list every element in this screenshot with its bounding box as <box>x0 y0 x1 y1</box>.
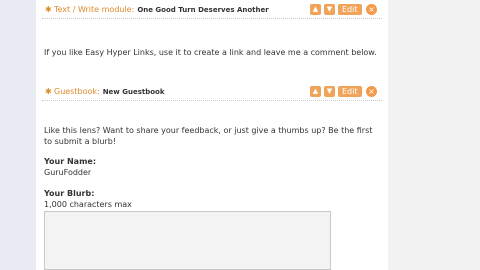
arrow-down-icon[interactable]: ▼ <box>324 86 335 97</box>
right-sidebar-background <box>388 0 480 270</box>
module-type-label: Guestbook: New Guestbook <box>54 87 165 96</box>
arrow-up-icon[interactable]: ▲ <box>310 86 321 97</box>
delete-icon[interactable]: × <box>366 4 377 15</box>
lens-content: ✱ Text / Write module: One Good Turn Dese… <box>36 0 388 270</box>
blurb-hint: 1,000 characters max <box>44 200 132 209</box>
module-type-text: Text / Write module: <box>54 5 135 14</box>
edit-button[interactable]: Edit <box>338 86 362 97</box>
blurb-label: Your Blurb: <box>44 189 95 198</box>
module-type-label: Text / Write module: One Good Turn Deserv… <box>54 5 269 14</box>
left-sidebar-background <box>0 0 36 270</box>
module-title: One Good Turn Deserves Another <box>137 6 269 14</box>
blurb-textarea[interactable] <box>44 211 331 270</box>
module-title: New Guestbook <box>102 88 165 96</box>
bullet-icon: ✱ <box>45 87 52 96</box>
name-field[interactable]: GuruFodder <box>44 168 91 177</box>
bullet-icon: ✱ <box>45 5 52 14</box>
name-label: Your Name: <box>44 157 97 166</box>
arrow-down-icon[interactable]: ▼ <box>324 4 335 15</box>
arrow-up-icon[interactable]: ▲ <box>310 4 321 15</box>
delete-icon[interactable]: × <box>366 86 377 97</box>
module-controls: ▲ ▼ Edit × <box>310 4 378 16</box>
guestbook-intro-text: Like this lens? Want to share your feedb… <box>44 126 373 146</box>
module-type-text: Guestbook: <box>54 87 100 96</box>
module-controls: ▲ ▼ Edit × <box>310 86 378 98</box>
guestbook-module-header: ✱ Guestbook: New Guestbook ▲ ▼ Edit × <box>42 85 382 101</box>
text-module-header: ✱ Text / Write module: One Good Turn Dese… <box>42 3 382 19</box>
module-body-text: If you like Easy Hyper Links, use it to … <box>44 48 377 57</box>
edit-button[interactable]: Edit <box>338 4 362 15</box>
